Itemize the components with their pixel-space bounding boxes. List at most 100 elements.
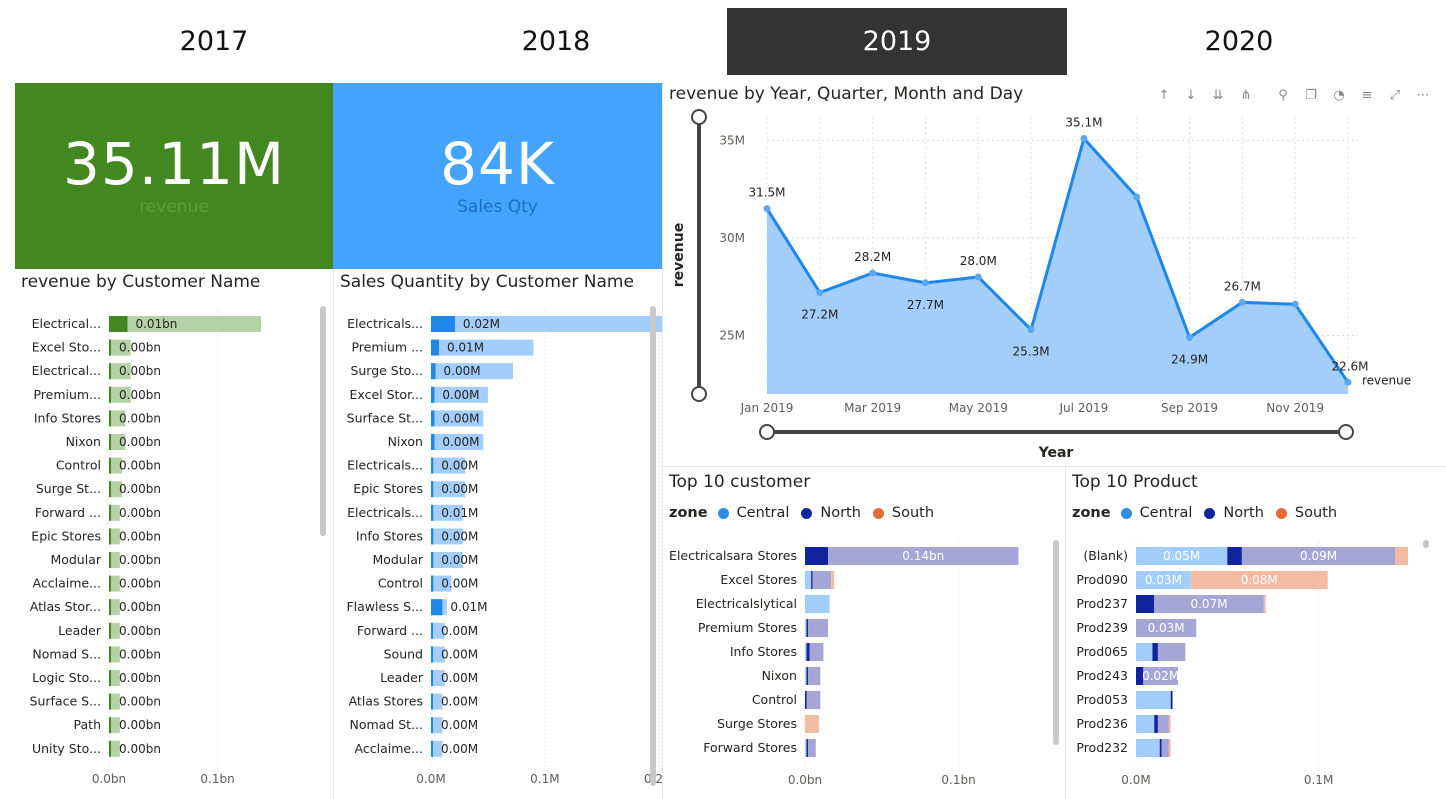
bar-segment — [811, 571, 813, 589]
top-products-scrollbar[interactable] — [1423, 540, 1429, 548]
category-label: Electricalslytical — [696, 596, 797, 611]
category-label: Logic Sto... — [32, 670, 101, 685]
sales-qty-by-customer-chart[interactable]: 0.0M0.1M0.2MElectricals...0.02MPremium .… — [334, 300, 662, 799]
bar-highlight — [431, 481, 434, 498]
bar-segment — [831, 571, 835, 589]
category-label: Acclaime... — [33, 576, 101, 591]
data-label: 0.00M — [441, 529, 478, 543]
category-label: Surge Sto... — [350, 363, 423, 378]
bar-segment — [1136, 715, 1155, 733]
category-label: Prod236 — [1076, 716, 1128, 731]
filter-icon[interactable]: ≡ — [1359, 88, 1375, 104]
data-label: 0.05M — [1163, 549, 1200, 563]
category-label: Premium ... — [351, 340, 423, 355]
revenue-card-value: 35.11M — [62, 130, 286, 198]
revenue-line-chart[interactable]: 25M 30M 35M Jan 2019 Mar 2019 May 2019 Jul 201… — [663, 105, 1446, 465]
legend-central[interactable]: Central — [737, 505, 790, 521]
legend-north[interactable]: North — [1223, 505, 1264, 521]
legend-south[interactable]: South — [1295, 505, 1337, 521]
sales-qty-card[interactable]: 84K Sales Qty — [333, 83, 662, 269]
top-customers-chart[interactable]: 0.0bn 0.1bn Electricalsara Stores 0.14bn Exc… — [663, 538, 1063, 799]
data-label: 0.00M — [441, 553, 478, 567]
bar-highlight — [431, 599, 443, 616]
data-label: 31.5M — [748, 186, 785, 200]
bar-highlight — [431, 504, 434, 521]
category-label: (Blank) — [1083, 548, 1128, 563]
data-label: 0.00bn — [119, 435, 161, 449]
year-tab-2020[interactable]: 2020 — [1069, 8, 1409, 75]
revenue-by-customer-scrollbar[interactable] — [320, 306, 326, 536]
zoom-slider-handle[interactable] — [691, 109, 707, 125]
bar-highlight — [431, 693, 433, 710]
data-label: 0.00M — [441, 577, 478, 591]
category-label: Unity Sto... — [32, 741, 101, 756]
data-label: 0.00bn — [119, 742, 161, 756]
category-label: Excel Sto... — [32, 340, 101, 355]
focus-mode-icon[interactable]: ⤢ — [1387, 88, 1403, 104]
revenue-by-customer-chart[interactable]: 0.0bn 0.1bn Electrical... 0.01bn Excel Sto..… — [15, 300, 333, 799]
category-label: Info Stores — [356, 528, 423, 543]
drill-up-icon[interactable]: ↑ — [1156, 88, 1172, 104]
data-label: 0.00M — [441, 718, 478, 732]
top-customers-title: Top 10 customer — [669, 472, 811, 492]
area-fill — [767, 138, 1348, 394]
legend-north[interactable]: North — [820, 505, 861, 521]
data-point — [1291, 300, 1299, 308]
top-products-chart[interactable]: 0.0M 0.1M (Blank) 0.05M 0.09M Prod090 0.03M 0.0… — [1066, 538, 1446, 799]
category-label: Path — [74, 717, 101, 732]
year-tab-2019[interactable]: 2019 — [727, 8, 1067, 75]
data-point — [1186, 333, 1194, 341]
drill-mode-icon[interactable]: ⋔ — [1238, 88, 1254, 104]
sales-qty-by-customer-scrollbar[interactable] — [650, 306, 656, 786]
revenue-card[interactable]: 35.11M revenue — [15, 83, 333, 269]
x-tick-label: Jan 2019 — [740, 401, 794, 415]
alert-icon[interactable]: ◔ — [1331, 88, 1347, 104]
bar-highlight — [109, 434, 111, 450]
top-customers-scrollbar[interactable] — [1053, 540, 1059, 745]
data-label: 0.02M — [463, 317, 500, 331]
data-label: 22.6M — [1331, 359, 1368, 373]
pin-icon[interactable]: ⚲ — [1275, 88, 1291, 104]
data-label: 0.08M — [1241, 573, 1278, 587]
data-label: 27.2M — [801, 308, 838, 322]
bar-highlight — [431, 434, 435, 450]
category-label: Nomad S... — [32, 646, 101, 661]
zoom-slider-handle[interactable] — [691, 386, 707, 402]
legend-south[interactable]: South — [892, 505, 934, 521]
data-label: 0.01M — [441, 506, 478, 520]
year-tab-2017[interactable]: 2017 — [44, 8, 384, 75]
more-options-icon[interactable]: ⋯ — [1415, 88, 1431, 104]
data-label: 0.00bn — [119, 529, 161, 543]
data-point — [1027, 326, 1035, 334]
legend-central[interactable]: Central — [1140, 505, 1193, 521]
bar-highlight — [109, 316, 128, 332]
bar-segment — [1395, 547, 1409, 565]
category-label: Prod237 — [1076, 596, 1128, 611]
year-tab-2018[interactable]: 2018 — [386, 8, 726, 75]
category-label: Prod065 — [1076, 644, 1128, 659]
data-label: 0.00M — [441, 624, 478, 638]
category-label: Electrical... — [32, 363, 101, 378]
data-label: 0.00bn — [119, 388, 161, 402]
bar-highlight — [109, 646, 111, 663]
data-label: 0.00bn — [119, 671, 161, 685]
category-label: Control — [752, 692, 797, 707]
copy-icon[interactable]: ❐ — [1303, 88, 1319, 104]
category-label: Prod090 — [1076, 572, 1128, 587]
category-label: Epic Stores — [31, 528, 101, 543]
expand-all-icon[interactable]: ⇊ — [1210, 88, 1226, 104]
data-label: 0.00bn — [119, 341, 161, 355]
bar-segment — [1154, 715, 1158, 733]
south-dot-icon — [1275, 507, 1287, 519]
category-label: Surface St... — [347, 410, 423, 425]
bar-segment — [1168, 715, 1171, 733]
bar-segment — [805, 595, 830, 613]
zoom-slider-handle[interactable] — [1338, 424, 1354, 440]
bar-segment — [805, 619, 807, 637]
category-label: Control — [56, 458, 101, 473]
bar-segment — [1263, 595, 1266, 613]
zoom-slider-handle[interactable] — [759, 424, 775, 440]
category-label: Surge St... — [36, 481, 101, 496]
drill-down-icon[interactable]: ↓ — [1183, 88, 1199, 104]
category-label: Nixon — [388, 434, 423, 449]
